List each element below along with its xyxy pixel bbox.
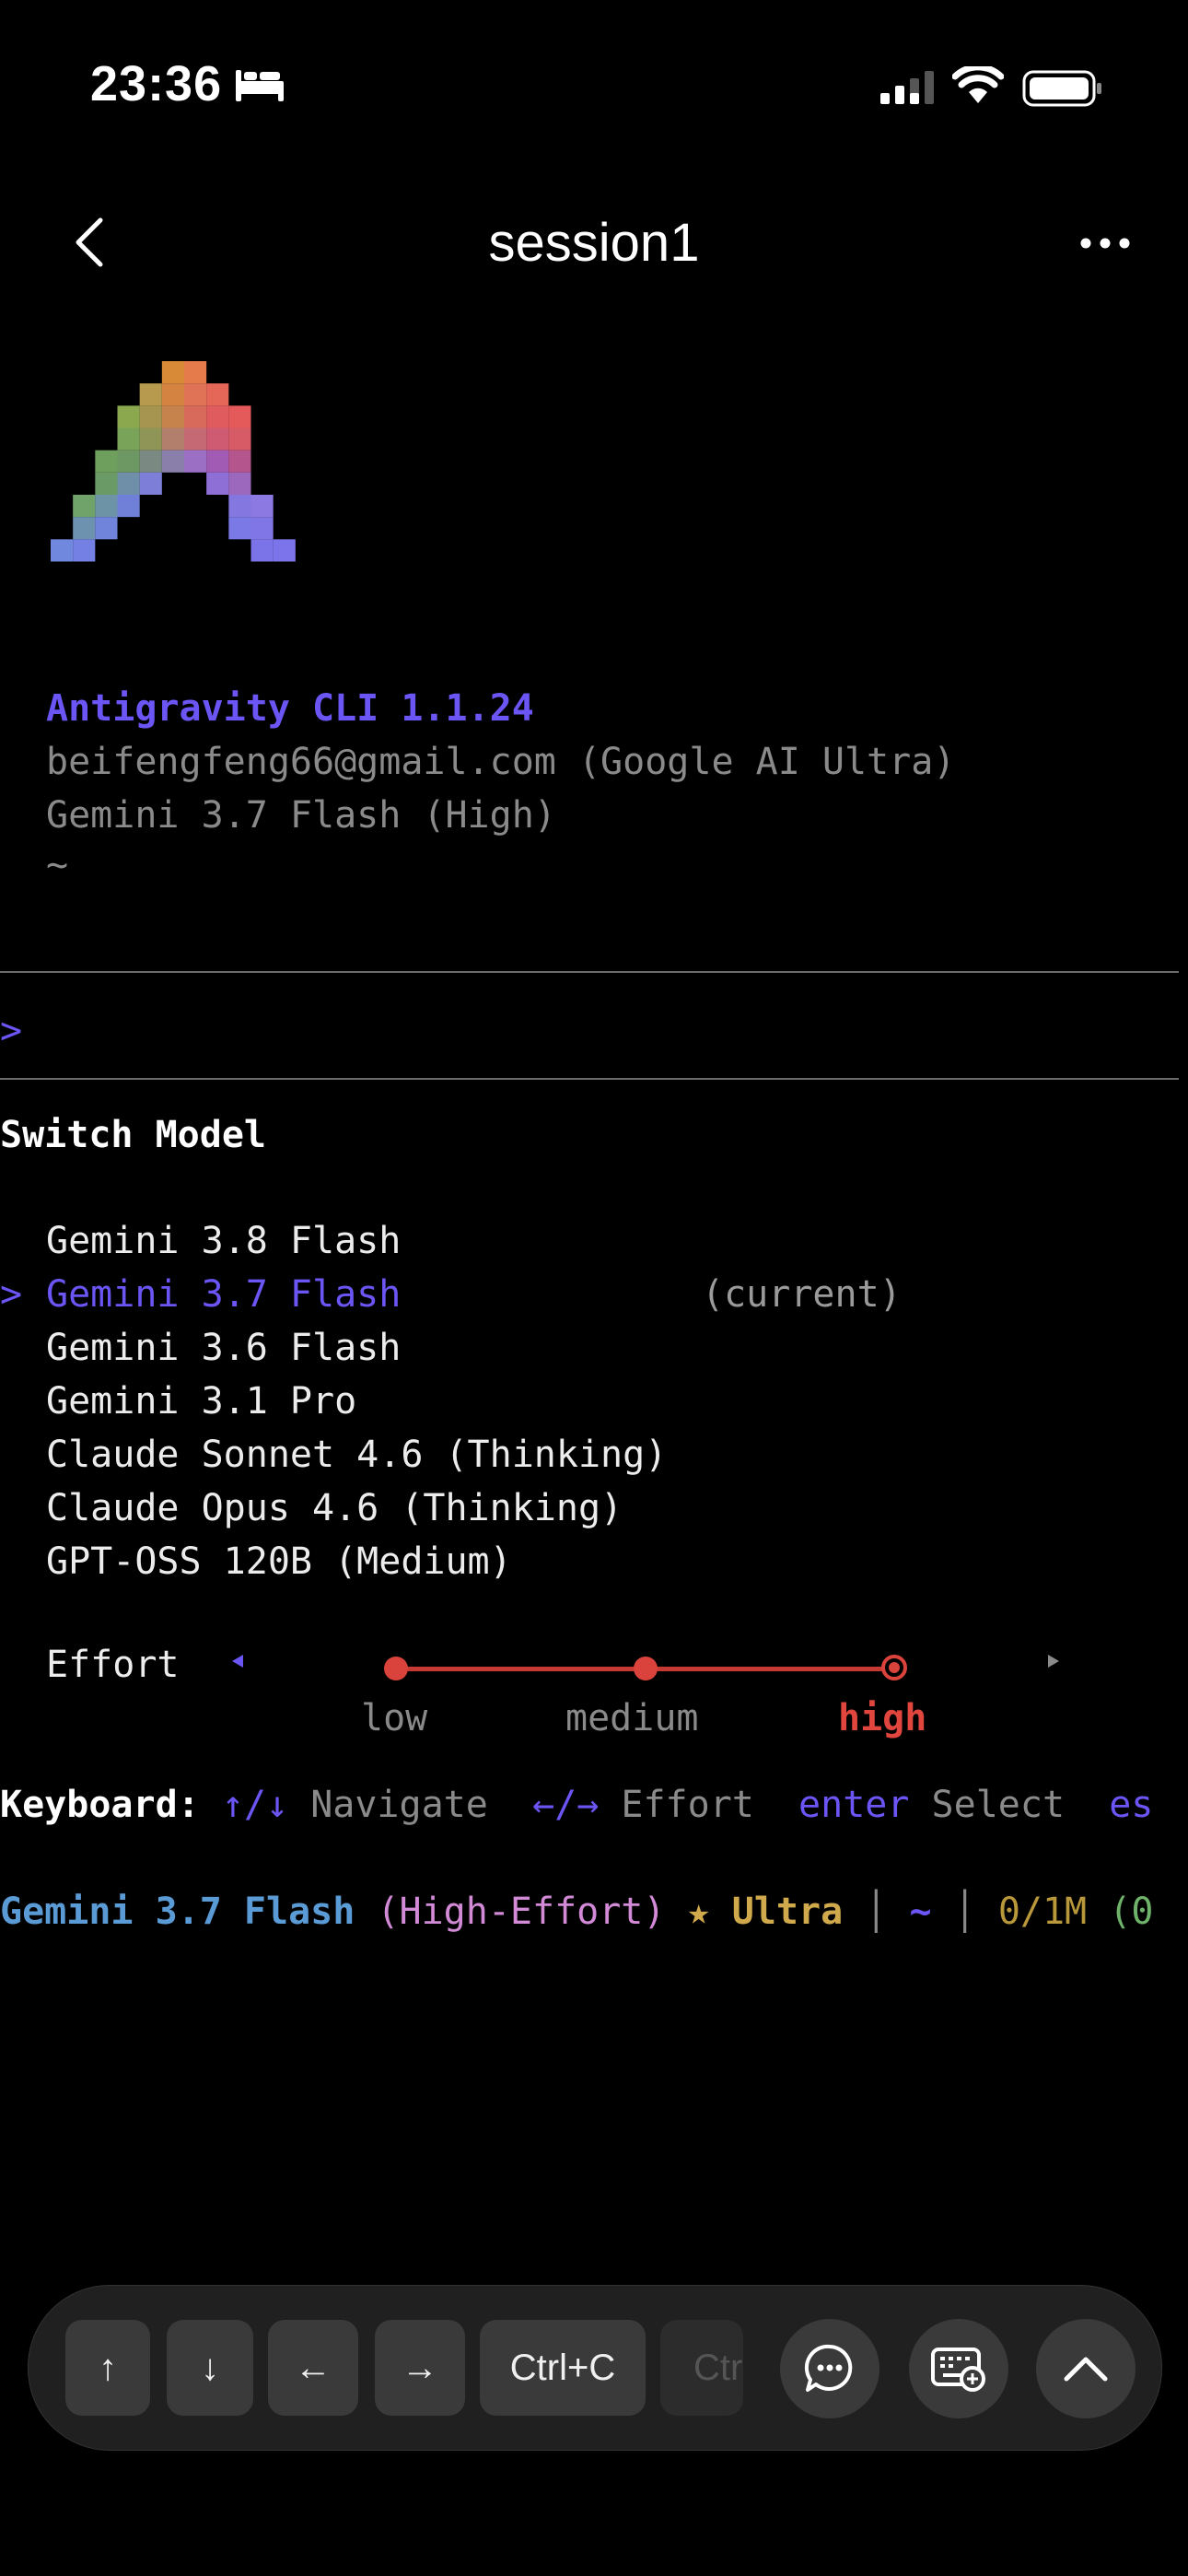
battery-icon (1022, 70, 1101, 107)
statusline-plan: ★ Ultra (687, 1891, 844, 1933)
account-info: beifengfeng66@gmail.com (Google AI Ultra… (46, 741, 956, 783)
session-title: session1 (488, 213, 700, 273)
effort-decrease-icon[interactable] (230, 1653, 245, 1669)
ctrl-key-partial[interactable]: Ctr (660, 2320, 743, 2416)
effort-option-medium[interactable]: medium (565, 1692, 699, 1745)
model-option[interactable]: Gemini 3.1 Pro (46, 1375, 356, 1428)
selection-caret: > (0, 1273, 23, 1316)
status-bar: 23:36 (0, 0, 1188, 175)
arrow-up-key[interactable]: ↑ (65, 2320, 150, 2416)
model-option-selected[interactable]: Gemini 3.7 Flash (46, 1268, 401, 1321)
ellipsis-icon (1080, 238, 1130, 249)
cellular-signal-icon (880, 71, 934, 104)
effort-label: Effort (46, 1644, 180, 1686)
effort-option-low[interactable]: low (361, 1692, 427, 1745)
keyboard-help: Keyboard: ↑/↓ Navigate ←/→ Effort enter … (0, 1778, 1153, 1832)
current-model-info: Gemini 3.7 Flash (High) (46, 794, 556, 837)
app-version: Antigravity CLI 1.1.24 (46, 687, 534, 730)
keyboard-help-key: ↑/↓ (221, 1784, 289, 1826)
model-option[interactable]: Gemini 3.8 Flash (46, 1214, 401, 1268)
statusline-effort: (High-Effort) (377, 1891, 666, 1933)
statusline-separator: │ (865, 1891, 888, 1933)
divider-top (0, 971, 1179, 973)
effort-increase-icon[interactable] (1046, 1653, 1061, 1669)
key-toolbar: ↑ ↓ ← → Ctrl+C Ctr (28, 2285, 1162, 2451)
effort-dot-low[interactable] (384, 1657, 408, 1680)
model-option[interactable]: GPT-OSS 120B (Medium) (46, 1535, 512, 1588)
divider-bottom (0, 1078, 1179, 1080)
statusline-tokens: 0/1M (997, 1891, 1088, 1933)
back-button[interactable] (57, 210, 122, 275)
chevron-up-icon (1064, 2357, 1108, 2382)
keyboard-help-key: es (1109, 1784, 1154, 1826)
wifi-icon (952, 66, 1004, 103)
keyboard-help-label: Keyboard: (0, 1784, 200, 1826)
antigravity-logo-icon (51, 361, 296, 562)
statusline-model: Gemini 3.7 Flash (0, 1891, 355, 1933)
keyboard-toggle-button[interactable] (909, 2319, 1008, 2418)
keyboard-help-desc: Effort (621, 1784, 754, 1826)
effort-dot-high[interactable] (881, 1655, 907, 1680)
model-option[interactable]: Gemini 3.6 Flash (46, 1321, 401, 1375)
arrow-right-key[interactable]: → (375, 2320, 465, 2416)
switch-model-title: Switch Model (0, 1114, 266, 1156)
statusline-cwd: ~ (909, 1891, 932, 1933)
effort-option-high[interactable]: high (838, 1692, 926, 1745)
statusline-extra: (0 (1109, 1891, 1154, 1933)
keyboard-help-key: enter (798, 1784, 910, 1826)
effort-dot-medium[interactable] (634, 1657, 658, 1680)
ctrl-c-key[interactable]: Ctrl+C (480, 2320, 646, 2416)
model-option[interactable]: Claude Opus 4.6 (Thinking) (46, 1481, 623, 1535)
model-option[interactable]: Claude Sonnet 4.6 (Thinking) (46, 1428, 667, 1481)
chevron-left-icon (76, 217, 103, 267)
expand-button[interactable] (1036, 2319, 1136, 2418)
status-time: 23:36 (90, 56, 223, 111)
prompt-input[interactable]: > (0, 1004, 22, 1058)
chat-button[interactable] (780, 2319, 879, 2418)
arrow-left-key[interactable]: ← (268, 2320, 358, 2416)
current-tag: (current) (702, 1273, 902, 1316)
keyboard-help-key: ←/→ (532, 1784, 600, 1826)
status-line: Gemini 3.7 Flash (High-Effort) ★ Ultra │… (0, 1885, 1153, 1938)
more-options-button[interactable] (1068, 210, 1142, 276)
statusline-separator: │ (953, 1891, 976, 1933)
sleep-focus-icon (236, 70, 284, 101)
arrow-down-key[interactable]: ↓ (167, 2320, 253, 2416)
keyboard-help-desc: Select (931, 1784, 1066, 1826)
keyboard-settings-icon (931, 2348, 985, 2392)
keyboard-help-desc: Navigate (310, 1784, 488, 1826)
working-directory: ~ (46, 844, 69, 886)
chat-bubble-icon (804, 2344, 853, 2392)
